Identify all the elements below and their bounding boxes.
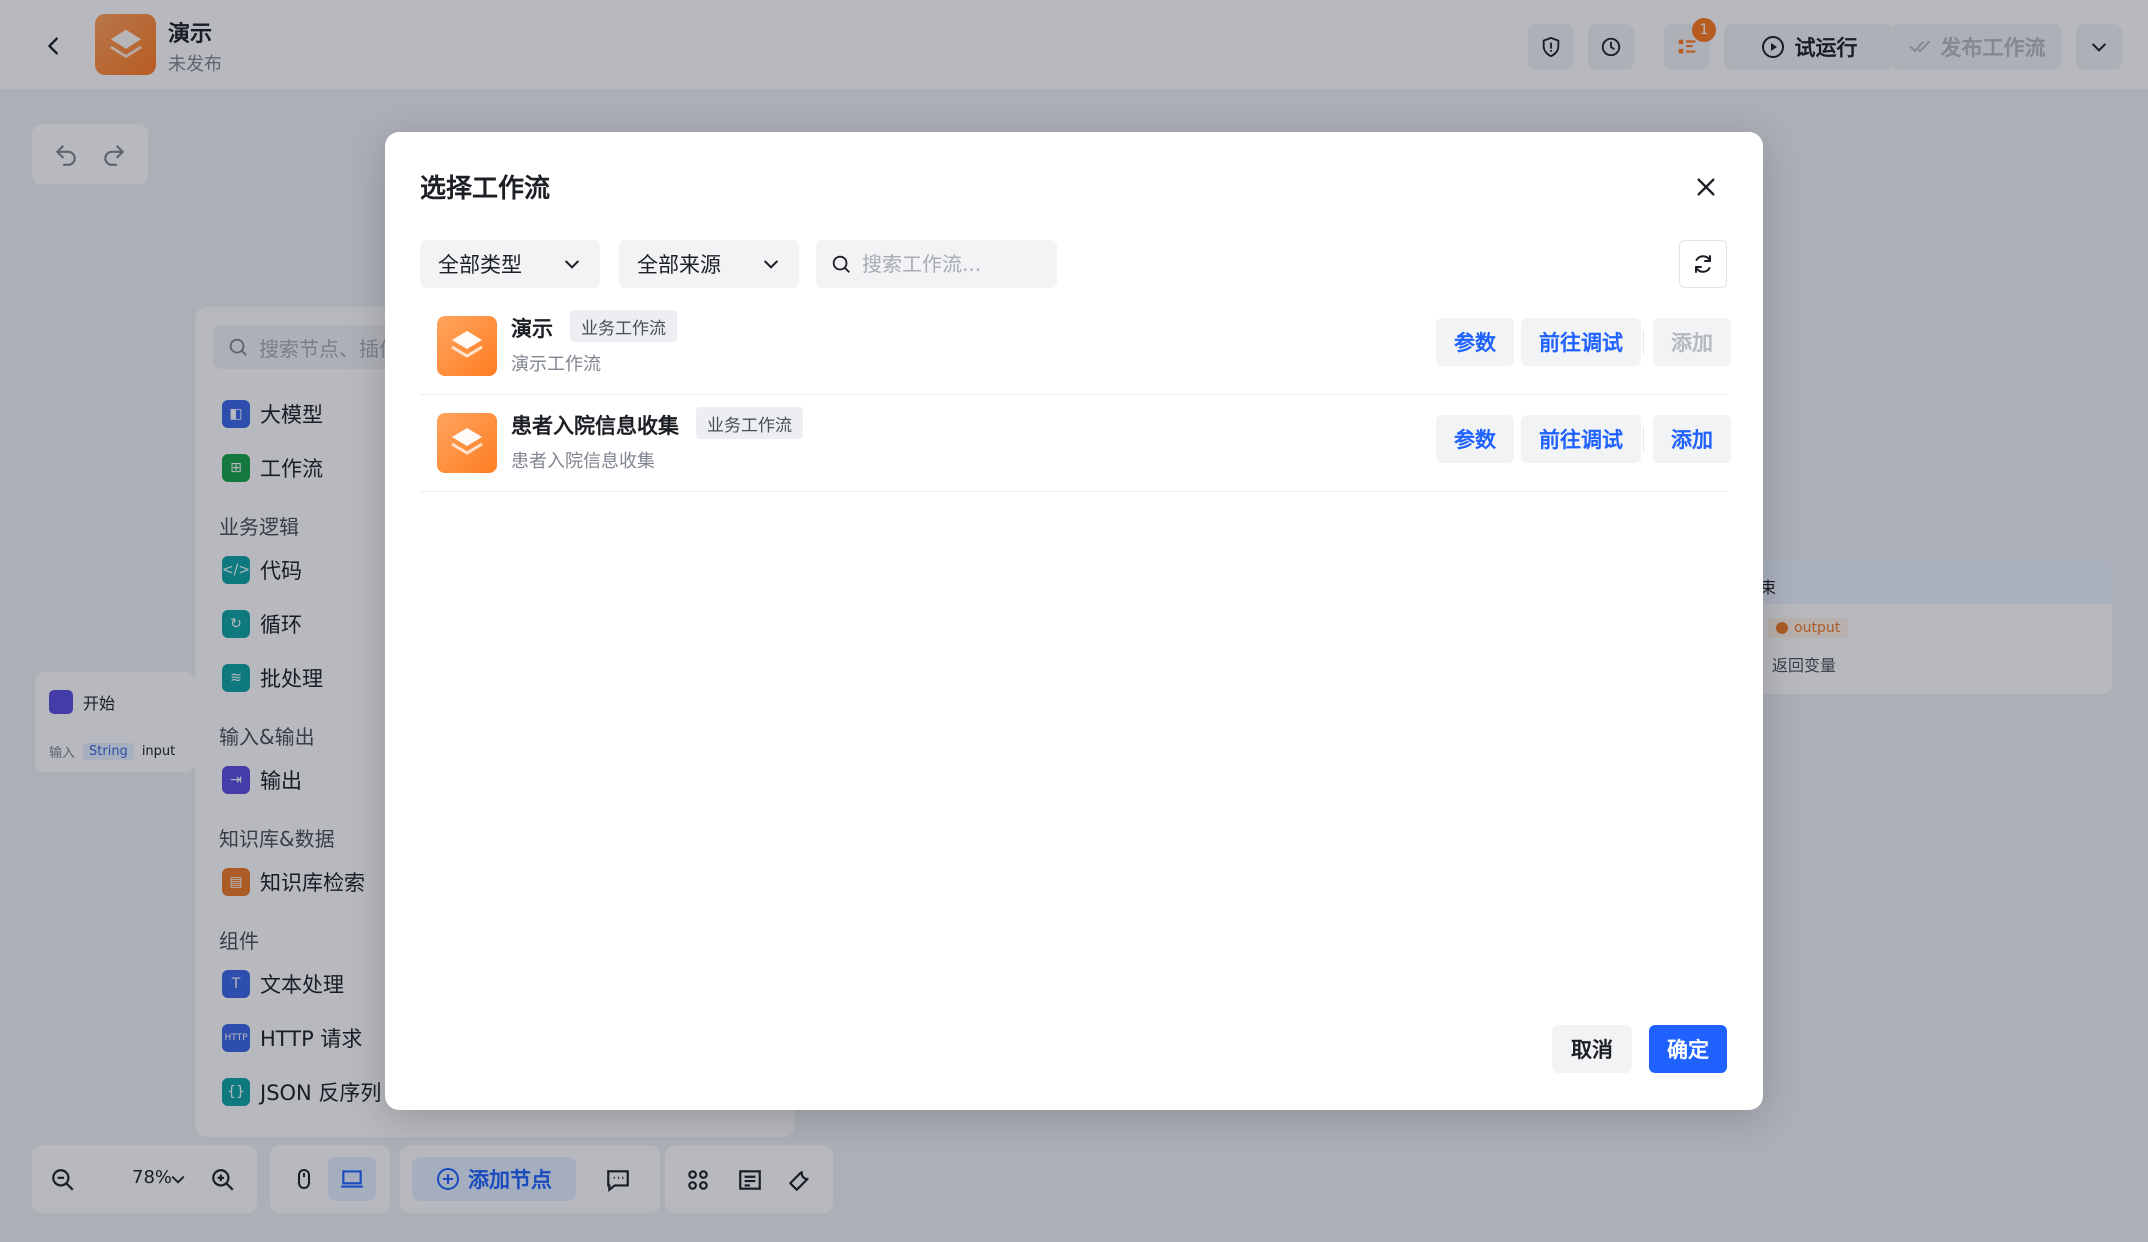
type-filter-select[interactable]: 全部类型	[420, 240, 600, 288]
chevron-down-icon	[764, 260, 778, 269]
chevron-down-icon	[565, 260, 579, 269]
params-button[interactable]: 参数	[1436, 318, 1514, 366]
params-button[interactable]: 参数	[1436, 415, 1514, 463]
type-filter-value: 全部类型	[438, 253, 522, 277]
confirm-button[interactable]: 确定	[1649, 1025, 1727, 1073]
workflow-name: 患者入院信息收集	[511, 414, 679, 438]
refresh-button[interactable]	[1679, 240, 1727, 288]
workflow-row: 患者入院信息收集 业务工作流 患者入院信息收集 参数 前往调试 添加	[420, 395, 1731, 492]
cancel-button[interactable]: 取消	[1552, 1025, 1632, 1073]
workflow-logo	[437, 316, 497, 376]
modal-title: 选择工作流	[420, 174, 551, 204]
workflow-name: 演示	[511, 317, 553, 341]
refresh-icon	[1695, 255, 1711, 273]
workflow-desc: 演示工作流	[511, 354, 601, 375]
select-workflow-modal: 选择工作流 全部类型 全部来源 演示 业务工作流 演示工作流 参数 前往调试 添…	[385, 132, 1763, 1110]
workflow-search[interactable]	[816, 240, 1057, 288]
close-icon	[1697, 178, 1715, 196]
go-debug-button[interactable]: 前往调试	[1521, 318, 1641, 366]
add-workflow-button[interactable]: 添加	[1653, 415, 1731, 463]
workflow-logo	[437, 413, 497, 473]
workflow-search-input[interactable]	[862, 252, 1052, 276]
add-workflow-button[interactable]: 添加	[1653, 318, 1731, 366]
source-filter-select[interactable]: 全部来源	[619, 240, 799, 288]
close-button[interactable]	[1691, 172, 1721, 202]
layers-logo-icon	[451, 428, 483, 455]
search-icon	[832, 255, 850, 273]
source-filter-value: 全部来源	[637, 253, 721, 277]
divider	[1643, 427, 1644, 451]
go-debug-button[interactable]: 前往调试	[1521, 415, 1641, 463]
workflow-type-tag: 业务工作流	[570, 310, 677, 342]
layers-logo-icon	[451, 331, 483, 358]
workflow-desc: 患者入院信息收集	[511, 451, 655, 472]
workflow-type-tag: 业务工作流	[696, 407, 803, 439]
workflow-row: 演示 业务工作流 演示工作流 参数 前往调试 添加	[420, 298, 1731, 395]
divider	[1643, 330, 1644, 354]
